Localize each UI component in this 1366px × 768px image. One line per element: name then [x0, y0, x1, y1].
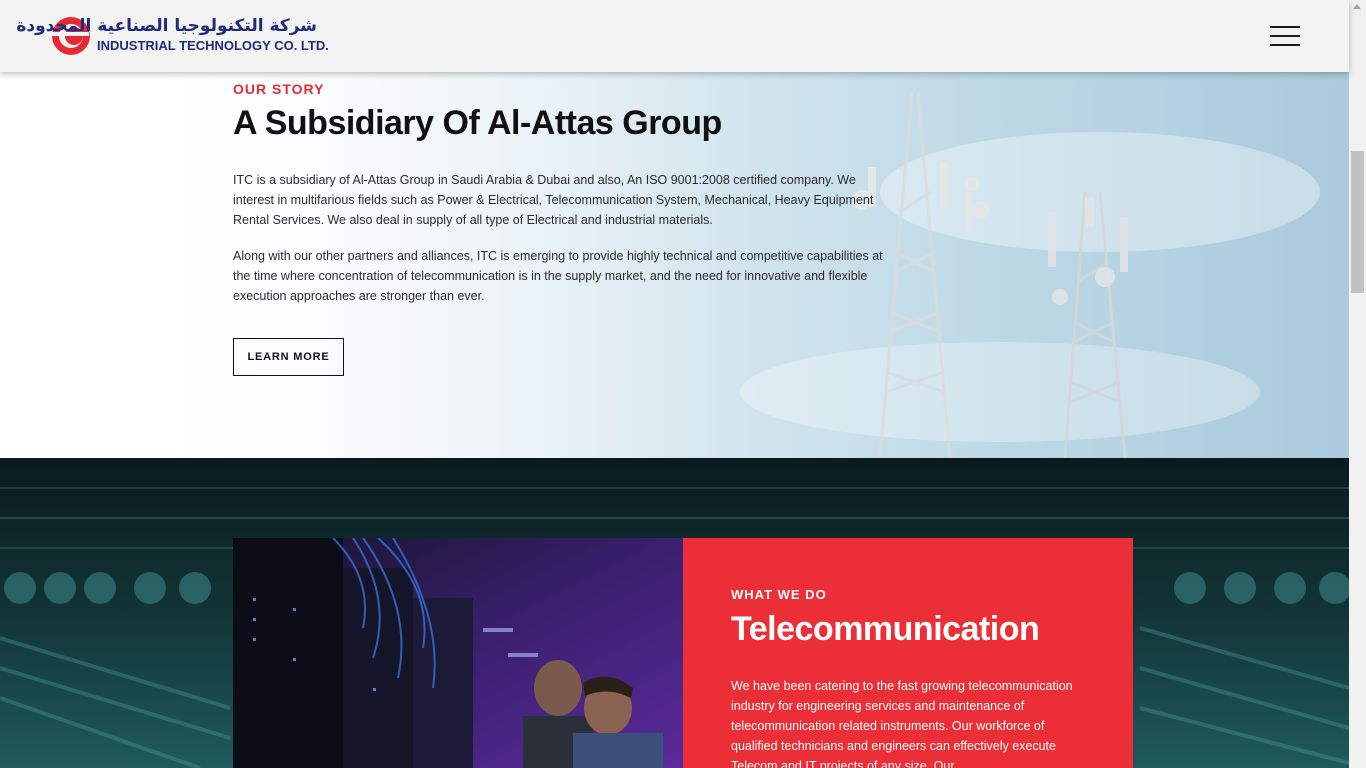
- scroll-up-arrow-icon[interactable]: [1353, 4, 1361, 9]
- what-we-do-section: WHAT WE DO Telecommunication We have bee…: [0, 458, 1349, 768]
- service-title: Telecommunication: [731, 610, 1040, 648]
- site-header: شركة التكنولوجيا الصناعية المحدودة INDUS…: [0, 0, 1349, 72]
- server-room-photo: [233, 538, 683, 768]
- page-scrollbar[interactable]: [1349, 0, 1366, 768]
- scrollbar-thumb[interactable]: [1351, 151, 1364, 293]
- what-we-do-eyebrow: WHAT WE DO: [731, 587, 827, 602]
- story-paragraph-1: ITC is a subsidiary of Al-Attas Group in…: [233, 173, 874, 227]
- company-logo[interactable]: شركة التكنولوجيا الصناعية المحدودة INDUS…: [16, 15, 329, 57]
- logo-arabic-text: شركة التكنولوجيا الصناعية المحدودة: [16, 16, 317, 36]
- hamburger-menu-icon[interactable]: [1270, 24, 1302, 48]
- our-story-section: OUR STORY A Subsidiary Of Al-Attas Group…: [0, 72, 1349, 458]
- telecommunication-card: WHAT WE DO Telecommunication We have bee…: [683, 538, 1133, 768]
- service-description: We have been catering to the fast growin…: [731, 679, 1073, 768]
- learn-more-button[interactable]: LEARN MORE: [233, 338, 344, 376]
- story-paragraph-2: Along with our other partners and allian…: [233, 249, 883, 303]
- logo-english-text: INDUSTRIAL TECHNOLOGY CO. LTD.: [97, 38, 329, 53]
- story-title: A Subsidiary Of Al-Attas Group: [233, 104, 722, 142]
- our-story-eyebrow: OUR STORY: [233, 81, 325, 97]
